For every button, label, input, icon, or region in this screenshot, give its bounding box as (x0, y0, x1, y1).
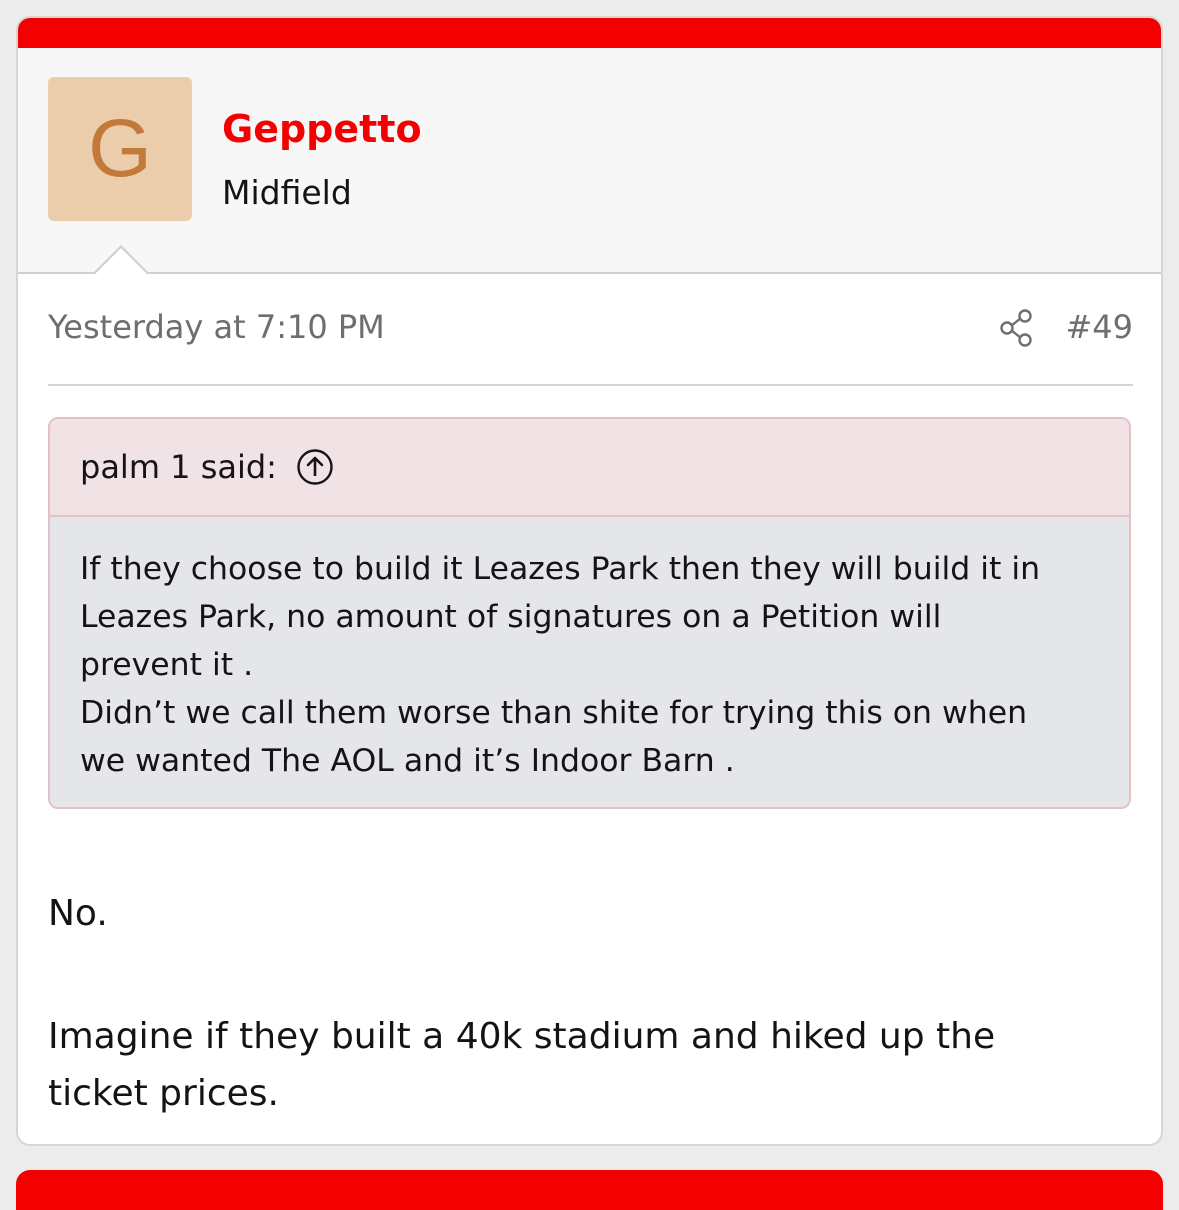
quote-body: If they choose to build it Leazes Park t… (50, 517, 1129, 807)
post-date-link[interactable]: Yesterday at 7:10 PM (48, 311, 385, 343)
post-top-accent-bar (18, 18, 1161, 48)
post-number-link[interactable]: #49 (1065, 311, 1133, 343)
reply-paragraph: Imagine if they built a 40k stadium and … (48, 1008, 1128, 1122)
quote-line: Leazes Park, no amount of signatures on … (80, 599, 942, 635)
post-meta: Yesterday at 7:10 PM #49 (48, 308, 1133, 386)
next-post-accent-bar (16, 1170, 1163, 1210)
quote-line: we wanted The AOL and it’s Indoor Barn . (80, 743, 735, 779)
quote-line: Didn’t we call them worse than shite for… (80, 695, 1028, 731)
share-icon[interactable] (998, 308, 1034, 348)
reply-line: Imagine if they built a 40k stadium and … (48, 1016, 996, 1057)
quote-block: palm 1 said: If they choose to build it … (48, 417, 1131, 809)
quote-author-label: palm 1 said: (80, 448, 277, 486)
quote-line: prevent it . (80, 647, 254, 683)
avatar[interactable]: G (48, 77, 192, 221)
post-user-header: G Geppetto Midfield (18, 48, 1161, 274)
quote-text: If they choose to build it Leazes Park t… (80, 545, 1090, 785)
quote-line: If they choose to build it Leazes Park t… (80, 551, 1041, 587)
post-card: G Geppetto Midfield Yesterday at 7:10 PM… (16, 16, 1163, 1146)
reply-text: No. (48, 893, 108, 934)
reply-line: ticket prices. (48, 1073, 279, 1114)
username-link[interactable]: Geppetto (222, 110, 422, 148)
user-title: Midfield (222, 173, 352, 212)
avatar-letter: G (88, 103, 152, 194)
user-header-pointer-inner (94, 248, 148, 275)
quote-header: palm 1 said: (50, 419, 1129, 517)
arrow-up-circle-icon[interactable] (296, 448, 334, 486)
